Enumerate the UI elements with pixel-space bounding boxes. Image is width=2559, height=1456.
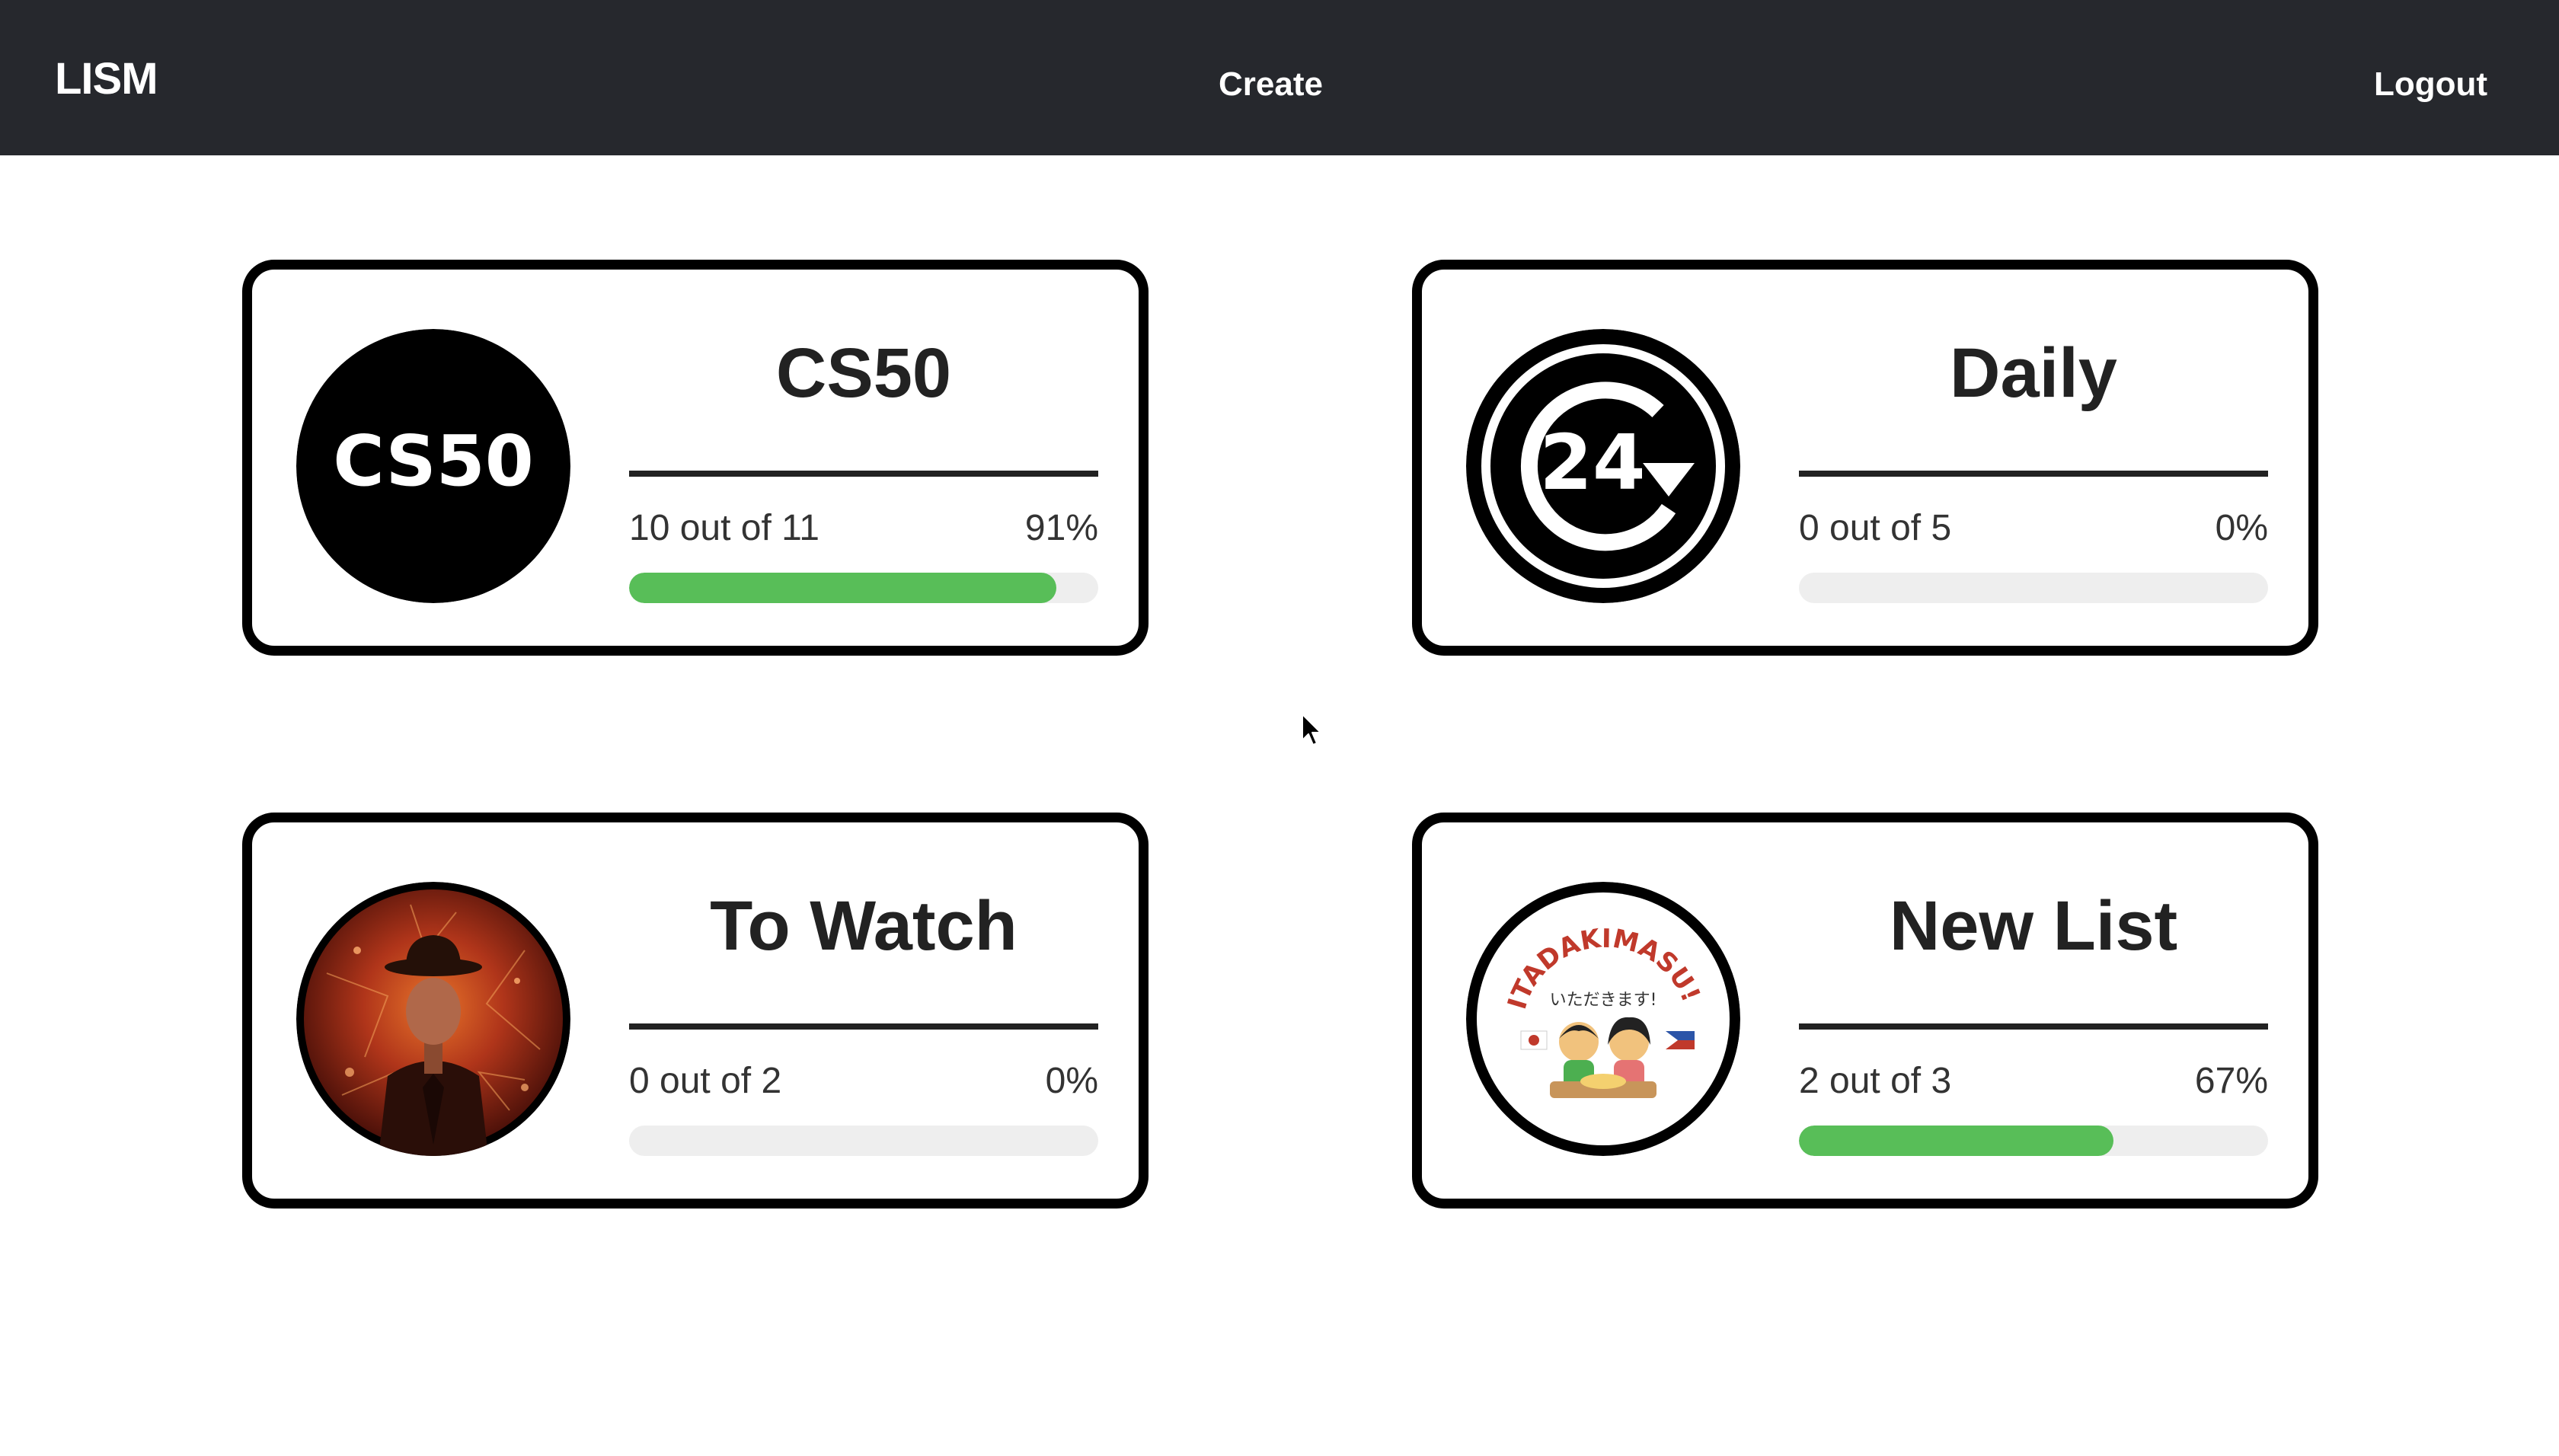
card-divider (629, 1023, 1098, 1030)
daily-logo-text: 24 (1539, 418, 1645, 507)
progress-count: 10 out of 11 (629, 508, 819, 548)
logout-link[interactable]: Logout (2374, 65, 2487, 104)
list-card-daily[interactable]: 24 Daily 0 out of 5 0% (1412, 260, 2318, 656)
sticker-subtitle: いただきます! (1550, 991, 1657, 1010)
card-divider (629, 471, 1098, 477)
progress-percent: 0% (2215, 508, 2268, 548)
list-card-cs50[interactable]: CS50 CS50 10 out of 11 91% (242, 260, 1149, 656)
progress-percent: 0% (1045, 1061, 1098, 1101)
progress-count: 2 out of 3 (1799, 1061, 1952, 1101)
card-title: New List (1889, 887, 2178, 965)
list-card-new-list[interactable]: ITADAKIMASU! いただきます! New List 2 out of 3… (1412, 813, 2318, 1209)
progress-bar (629, 573, 1098, 603)
cs50-logo-text: CS50 (333, 420, 534, 502)
progress-fill (1799, 1126, 2113, 1156)
brand-logo[interactable]: LISM (55, 53, 158, 104)
progress-count: 0 out of 2 (629, 1061, 782, 1101)
itadakimasu-sticker-image: ITADAKIMASU! いただきます! (1466, 882, 1740, 1156)
24-hour-refresh-icon: 24 (1466, 329, 1740, 603)
list-card-to-watch[interactable]: To Watch 0 out of 2 0% (242, 813, 1149, 1209)
cs50-logo-icon: CS50 (296, 329, 570, 603)
card-title: Daily (1950, 334, 2117, 412)
progress-fill (629, 573, 1056, 603)
progress-percent: 67% (2194, 1061, 2268, 1101)
card-title: CS50 (775, 334, 952, 412)
mouse-cursor-icon (1302, 714, 1321, 746)
create-link[interactable]: Create (1219, 65, 1323, 104)
card-title: To Watch (710, 887, 1018, 965)
card-divider (1799, 471, 2268, 477)
card-divider (1799, 1023, 2268, 1030)
navbar: LISM Create Logout (0, 0, 2559, 155)
progress-count: 0 out of 5 (1799, 508, 1952, 548)
progress-bar (1799, 573, 2268, 603)
movie-poster-image (296, 882, 570, 1156)
progress-bar (1799, 1126, 2268, 1156)
progress-bar (629, 1126, 1098, 1156)
progress-percent: 91% (1024, 508, 1098, 548)
